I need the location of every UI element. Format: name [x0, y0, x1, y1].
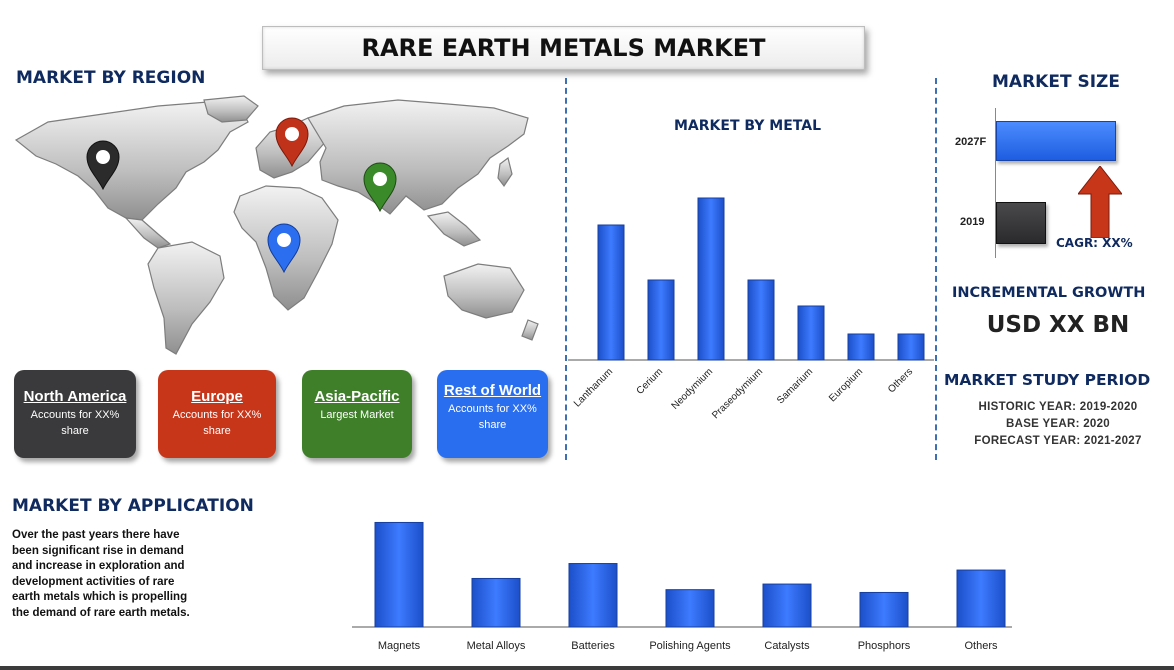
- base-year: BASE YEAR: 2020: [1006, 418, 1110, 430]
- market-size-bar-2027: [996, 121, 1116, 161]
- metal-bar: [747, 279, 775, 361]
- market-size-bar-2019: [996, 202, 1046, 244]
- page-title: RARE EARTH METALS MARKET: [262, 26, 865, 70]
- cagr-label: CAGR: XX%: [1056, 236, 1133, 250]
- region-card-asia-pacific: Asia-Pacific Largest Market: [302, 370, 412, 458]
- application-bar: [665, 589, 715, 628]
- divider-right: [935, 78, 937, 460]
- metal-bar: [847, 333, 875, 361]
- metal-bar: [697, 197, 725, 361]
- incremental-growth-heading: INCREMENTAL GROWTH: [952, 285, 1146, 301]
- metal-bar: [597, 224, 625, 361]
- region-heading: MARKET BY REGION: [16, 68, 206, 88]
- metal-bar: [647, 279, 675, 361]
- market-size-heading: MARKET SIZE: [992, 72, 1120, 92]
- southeast-asia-shape: [426, 211, 482, 247]
- application-heading: MARKET BY APPLICATION: [12, 496, 254, 516]
- metal-category-label: Europium: [827, 366, 865, 404]
- metal-category-label: Others: [886, 366, 915, 395]
- application-bar: [956, 569, 1006, 628]
- region-desc: Largest Market: [320, 409, 394, 421]
- metal-category-label: Cerium: [635, 366, 666, 397]
- metal-heading: MARKET BY METAL: [674, 118, 822, 134]
- metal-category-label: Praseodymium: [710, 366, 765, 421]
- application-description: Over the past years there have been sign…: [12, 529, 190, 619]
- application-bar: [859, 591, 909, 628]
- application-bar: [471, 577, 521, 628]
- application-category-label: Others: [964, 640, 998, 652]
- bottom-border: [0, 666, 1174, 670]
- japan-shape: [497, 156, 513, 188]
- central-america-shape: [124, 217, 172, 249]
- asia-shape: [307, 99, 529, 215]
- world-map-graphic: [14, 95, 539, 355]
- metal-category-label: Lanthanum: [572, 366, 615, 409]
- metal-category-label: Neodymium: [670, 366, 716, 412]
- region-name: Europe: [191, 388, 243, 405]
- application-bar: [374, 521, 424, 628]
- up-arrow-icon: [1078, 166, 1122, 238]
- metal-bar: [897, 333, 925, 361]
- region-name: Rest of World: [443, 382, 542, 399]
- region-card-rest-of-world: Rest of World Accounts for XX% share: [437, 370, 548, 458]
- metal-bar: [797, 305, 825, 361]
- south-america-shape: [147, 241, 225, 355]
- incremental-growth-value: USD XX BN: [986, 312, 1130, 338]
- market-size-label-2027: 2027F: [955, 136, 987, 148]
- divider-left: [565, 78, 567, 460]
- metal-category-label: Samarium: [775, 366, 815, 406]
- region-card-europe: Europe Accounts for XX% share: [158, 370, 276, 458]
- region-desc: Accounts for XX% share: [30, 409, 120, 437]
- study-period-heading: MARKET STUDY PERIOD: [944, 371, 1151, 389]
- region-desc: Accounts for XX% share: [172, 409, 262, 437]
- application-category-label: Phosphors: [858, 640, 911, 652]
- application-category-label: Batteries: [571, 640, 615, 652]
- application-bar-chart: Magnets Metal Alloys Batteries Polishing Ag…: [352, 521, 1012, 652]
- application-category-label: Magnets: [378, 640, 421, 652]
- region-name: North America: [23, 388, 127, 405]
- metal-bar-chart: Lanthanum Cerium NeodymiumPraseodymium Sama…: [568, 197, 934, 421]
- application-bar: [568, 563, 618, 628]
- region-card-north-america: North America Accounts for XX% share: [14, 370, 136, 458]
- market-size-label-2019: 2019: [960, 216, 985, 228]
- north-america-shape: [14, 101, 249, 221]
- application-bar: [762, 583, 812, 628]
- historic-year: HISTORIC YEAR: 2019-2020: [978, 401, 1138, 413]
- world-map: [8, 92, 556, 362]
- application-category-label: Catalysts: [764, 640, 810, 652]
- application-category-label: Polishing Agents: [649, 640, 731, 652]
- australia-shape: [443, 263, 525, 319]
- forecast-year: FORECAST YEAR: 2021-2027: [974, 435, 1142, 447]
- region-name: Asia-Pacific: [314, 388, 400, 405]
- region-desc: Accounts for XX% share: [448, 403, 537, 431]
- application-category-label: Metal Alloys: [467, 640, 526, 652]
- new-zealand-shape: [521, 319, 539, 341]
